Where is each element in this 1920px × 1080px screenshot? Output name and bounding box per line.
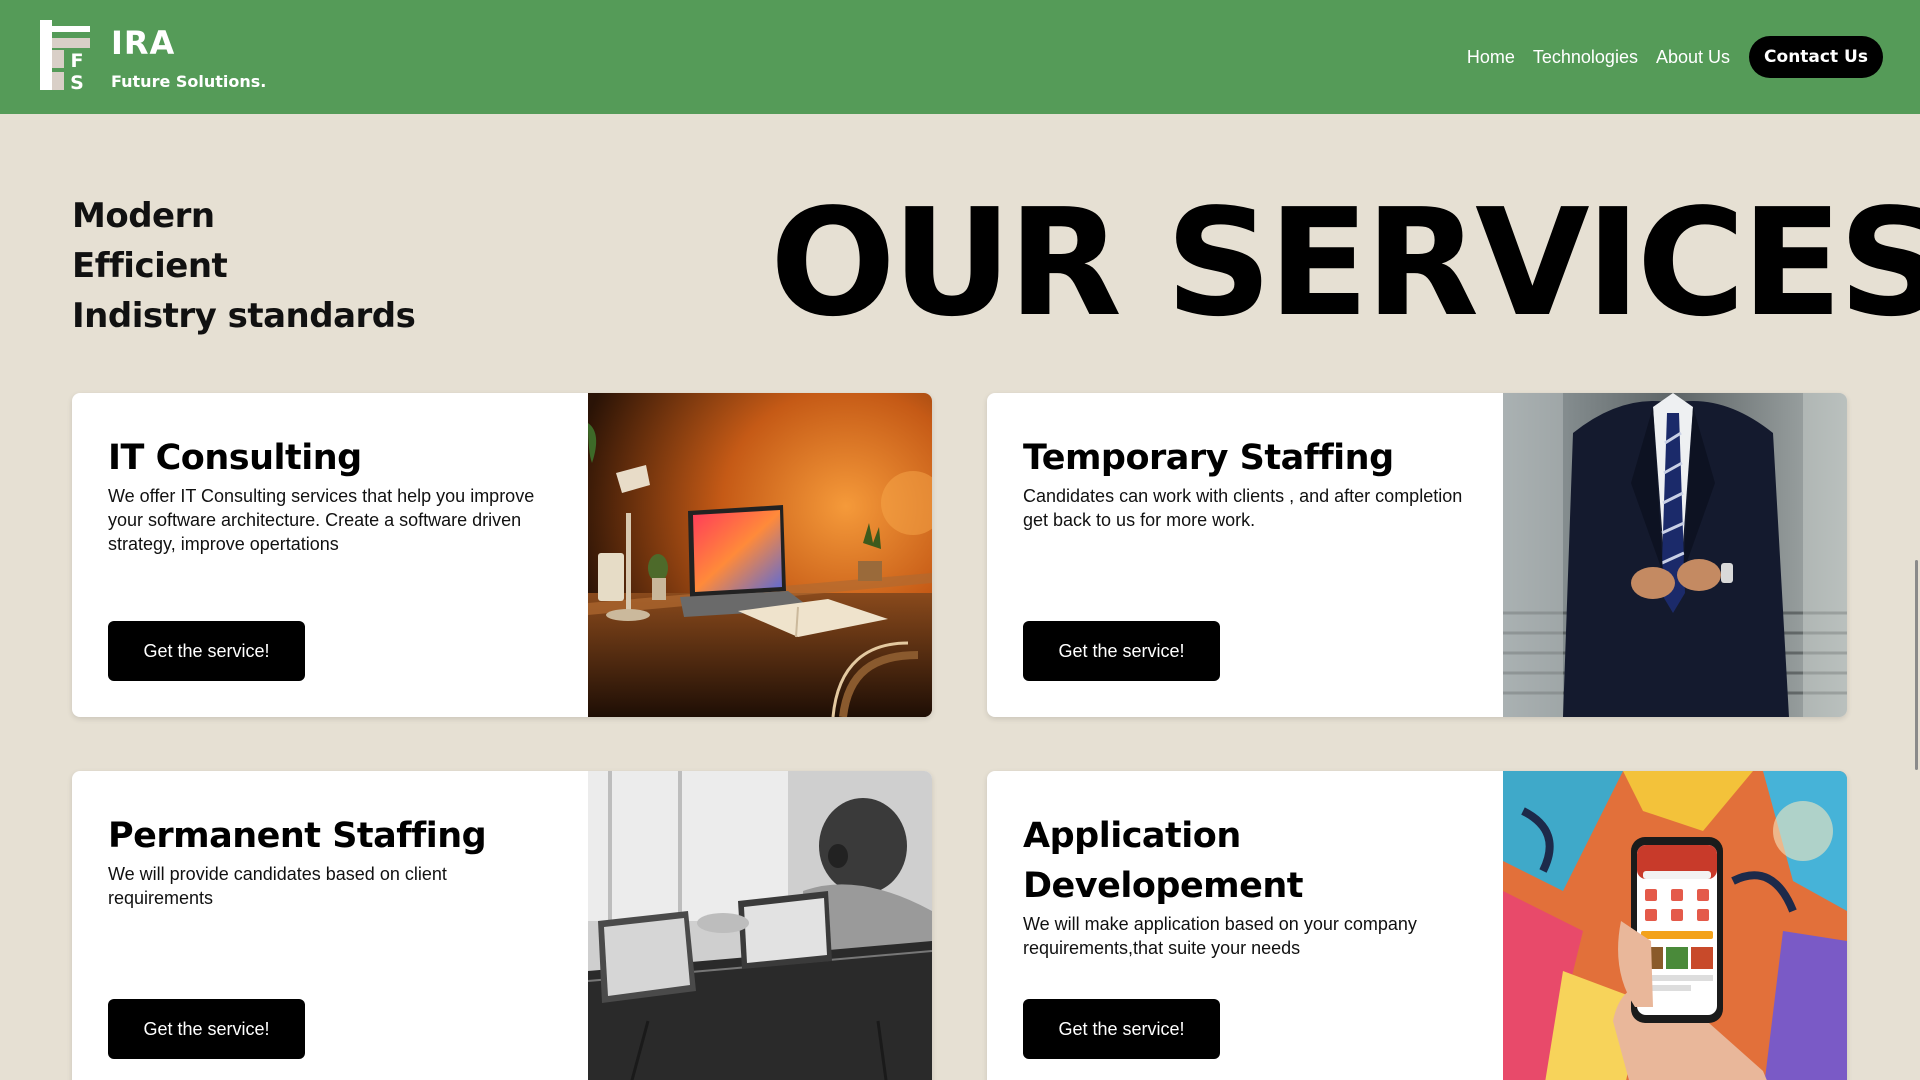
laptop-desk-photo	[588, 393, 932, 717]
scrollbar-thumb[interactable]	[1915, 560, 1918, 770]
main-nav: Home Technologies About Us Contact Us	[1467, 36, 1883, 78]
page-scrollbar[interactable]	[1914, 0, 1920, 1080]
service-description: We will make application based on your c…	[1023, 914, 1417, 958]
service-card-it-consulting: IT Consulting We offer IT Consulting ser…	[72, 393, 932, 717]
service-description: Candidates can work with clients , and a…	[1023, 486, 1463, 530]
tagline-modern: Modern	[72, 196, 215, 236]
phone-app-photo	[1503, 771, 1847, 1080]
service-title: Application Developement	[1023, 816, 1304, 906]
logo-letter-s: S	[70, 72, 84, 90]
office-laptops-photo	[588, 771, 932, 1080]
top-navbar: F S IRA Future Solutions. Home Technolog…	[0, 0, 1920, 114]
service-title: IT Consulting	[108, 438, 362, 478]
service-title: Permanent Staffing	[108, 816, 487, 856]
hero-taglines: Modern Efficient Indistry standards	[72, 191, 416, 341]
nav-about-us-link[interactable]: About Us	[1656, 47, 1730, 68]
get-service-button[interactable]: Get the service!	[108, 621, 305, 681]
nav-home-link[interactable]: Home	[1467, 47, 1515, 68]
get-service-button[interactable]: Get the service!	[1023, 621, 1220, 681]
page-title: OUR SERVICES	[770, 177, 1920, 349]
service-description: We offer IT Consulting services that hel…	[108, 486, 535, 554]
service-card-permanent-staffing: Permanent Staffing We will provide candi…	[72, 771, 932, 1080]
tagline-industry-standards: Indistry standards	[72, 296, 416, 336]
business-suit-photo	[1503, 393, 1847, 717]
contact-us-button[interactable]: Contact Us	[1749, 36, 1883, 78]
service-title: Temporary Staffing	[1023, 438, 1394, 478]
brand-tagline: Future Solutions.	[111, 72, 267, 91]
service-card-application-development: Application Developement We will make ap…	[987, 771, 1847, 1080]
service-description: We will provide candidates based on clie…	[108, 864, 447, 908]
service-card-temporary-staffing: Temporary Staffing Candidates can work w…	[987, 393, 1847, 717]
tagline-efficient: Efficient	[72, 246, 228, 286]
ira-logo-icon[interactable]: F S	[40, 20, 90, 94]
brand-name[interactable]: IRA	[111, 24, 175, 62]
get-service-button[interactable]: Get the service!	[108, 999, 305, 1059]
get-service-button[interactable]: Get the service!	[1023, 999, 1220, 1059]
nav-technologies-link[interactable]: Technologies	[1533, 47, 1638, 68]
logo-letter-f: F	[71, 50, 84, 72]
